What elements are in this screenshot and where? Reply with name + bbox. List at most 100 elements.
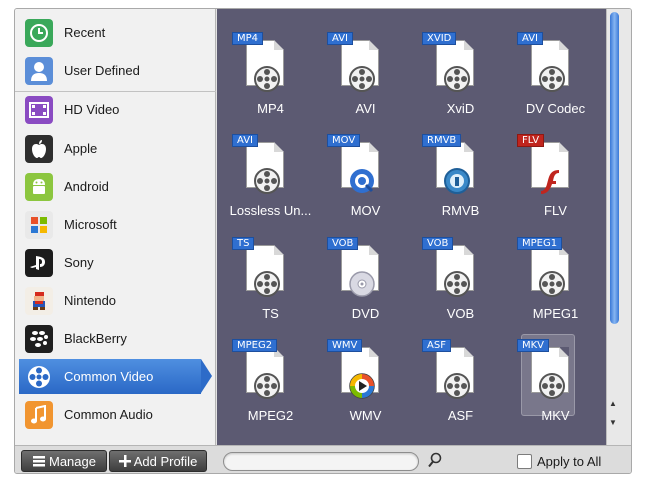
apple-icon	[25, 135, 53, 163]
plus-icon	[118, 455, 131, 467]
format-label: ASF	[447, 408, 474, 423]
format-tag: VOB	[327, 237, 359, 250]
sidebar-item-microsoft[interactable]: Microsoft	[15, 206, 216, 244]
format-label: MP4	[257, 101, 284, 116]
sidebar-item-common-video[interactable]: Common Video	[15, 358, 216, 396]
format-tile-mpeg2[interactable]: MPEG2 MPEG2	[223, 331, 318, 431]
format-tile-mov[interactable]: MOV MOV	[318, 126, 413, 226]
sidebar-item-label: Common Video	[64, 369, 154, 384]
film-reel-icon	[444, 271, 470, 297]
sidebar-item-hd-video[interactable]: HD Video	[15, 91, 216, 129]
sidebar-item-label: Apple	[64, 141, 98, 156]
format-tag: AVI	[232, 134, 258, 147]
sidebar-item-apple[interactable]: Apple	[15, 130, 216, 168]
format-tile-flv[interactable]: FLV FLV	[508, 126, 603, 226]
film-reel-icon	[444, 66, 470, 92]
sidebar-item-label: HD Video	[64, 102, 120, 117]
bottom-toolbar: Manage Add Profile Apply to All	[15, 445, 631, 473]
format-label: TS	[262, 306, 279, 321]
format-label: MPEG2	[247, 408, 294, 423]
film-reel-icon	[254, 373, 280, 399]
format-tag: AVI	[327, 32, 353, 45]
format-tag: MPEG2	[232, 339, 278, 352]
film-reel-icon	[254, 271, 280, 297]
add-profile-label: Add Profile	[133, 453, 198, 469]
format-label: MPEG1	[532, 306, 579, 321]
format-tag: WMV	[327, 339, 363, 352]
format-picker-window: Recent User Defined HD Video Apple Andro…	[14, 8, 632, 474]
film-reel-icon	[25, 363, 53, 391]
sidebar-item-android[interactable]: Android	[15, 168, 216, 206]
playstation-icon	[25, 249, 53, 277]
format-label: XviD	[446, 101, 475, 116]
disc-icon	[349, 271, 375, 297]
apply-to-all-checkbox[interactable]	[517, 454, 532, 469]
selection-arrow	[201, 359, 212, 393]
blackberry-icon	[25, 325, 53, 353]
sidebar-item-label: User Defined	[64, 63, 140, 78]
user-icon	[25, 57, 53, 85]
sidebar-item-label: BlackBerry	[64, 331, 127, 346]
sidebar-item-label: Microsoft	[64, 217, 117, 232]
format-tag: MOV	[327, 134, 361, 147]
sidebar-item-label: Common Audio	[64, 407, 153, 422]
mario-icon	[25, 287, 53, 315]
sidebar-item-common-audio[interactable]: Common Audio	[15, 396, 216, 434]
format-tag: AVI	[517, 32, 543, 45]
scroll-down-arrow-icon[interactable]: ▼	[609, 418, 617, 427]
format-tile-mp4[interactable]: MP4 MP4	[223, 24, 318, 124]
scroll-up-arrow-icon[interactable]: ▲	[609, 399, 617, 408]
sidebar-item-label: Nintendo	[64, 293, 117, 308]
sidebar-item-sony[interactable]: Sony	[15, 244, 216, 282]
film-reel-icon	[539, 271, 565, 297]
search-input[interactable]	[223, 452, 419, 471]
vertical-scrollbar[interactable]: ▲ ▼	[606, 9, 631, 445]
format-tile-mpeg1[interactable]: MPEG1 MPEG1	[508, 229, 603, 329]
format-label: MKV	[541, 408, 570, 423]
format-tile-dv-codec[interactable]: AVI DV Codec	[508, 24, 603, 124]
film-reel-icon	[444, 373, 470, 399]
sidebar-item-recent[interactable]: Recent	[15, 14, 216, 52]
film-reel-icon	[539, 373, 565, 399]
sidebar-item-user-defined[interactable]: User Defined	[15, 52, 216, 90]
film-icon	[25, 96, 53, 124]
format-label: RMVB	[441, 203, 480, 218]
format-label: VOB	[446, 306, 475, 321]
sidebar-item-label: Recent	[64, 25, 106, 40]
format-label: WMV	[349, 408, 382, 423]
format-tag: ASF	[422, 339, 451, 352]
format-tile-mkv[interactable]: MKV MKV	[508, 331, 603, 431]
format-label: DV Codec	[525, 101, 586, 116]
realplayer-icon	[444, 168, 470, 194]
format-tile-vob[interactable]: VOB VOB	[413, 229, 508, 329]
format-tile-dvd[interactable]: VOB DVD	[318, 229, 413, 329]
format-tile-ts[interactable]: TS TS	[223, 229, 318, 329]
format-tag: VOB	[422, 237, 454, 250]
format-label: FLV	[544, 203, 567, 218]
format-tile-avi[interactable]: AVI AVI	[318, 24, 413, 124]
sidebar-item-blackberry[interactable]: BlackBerry	[15, 320, 216, 358]
film-reel-icon	[349, 66, 375, 92]
format-label: Lossless Un...	[229, 203, 312, 218]
format-tile-asf[interactable]: ASF ASF	[413, 331, 508, 431]
film-reel-icon	[539, 66, 565, 92]
manage-label: Manage	[49, 453, 96, 469]
format-tile-xvid[interactable]: XVID XviD	[413, 24, 508, 124]
film-reel-icon	[254, 168, 280, 194]
format-label: DVD	[351, 306, 380, 321]
format-tag: RMVB	[422, 134, 462, 147]
film-reel-icon	[254, 66, 280, 92]
format-tag: MP4	[232, 32, 264, 45]
manage-button[interactable]: Manage	[21, 450, 107, 472]
format-tile-lossless[interactable]: AVI Lossless Un...	[223, 126, 318, 226]
format-tile-wmv[interactable]: WMV WMV	[318, 331, 413, 431]
sidebar-item-nintendo[interactable]: Nintendo	[15, 282, 216, 320]
flash-icon	[541, 170, 559, 194]
apply-to-all-label: Apply to All	[537, 454, 602, 469]
scroll-thumb[interactable]	[610, 12, 619, 324]
search-icon[interactable]	[427, 451, 443, 469]
quicktime-icon	[350, 169, 374, 193]
format-tile-rmvb[interactable]: RMVB RMVB	[413, 126, 508, 226]
add-profile-button[interactable]: Add Profile	[109, 450, 207, 472]
clock-icon	[25, 19, 53, 47]
